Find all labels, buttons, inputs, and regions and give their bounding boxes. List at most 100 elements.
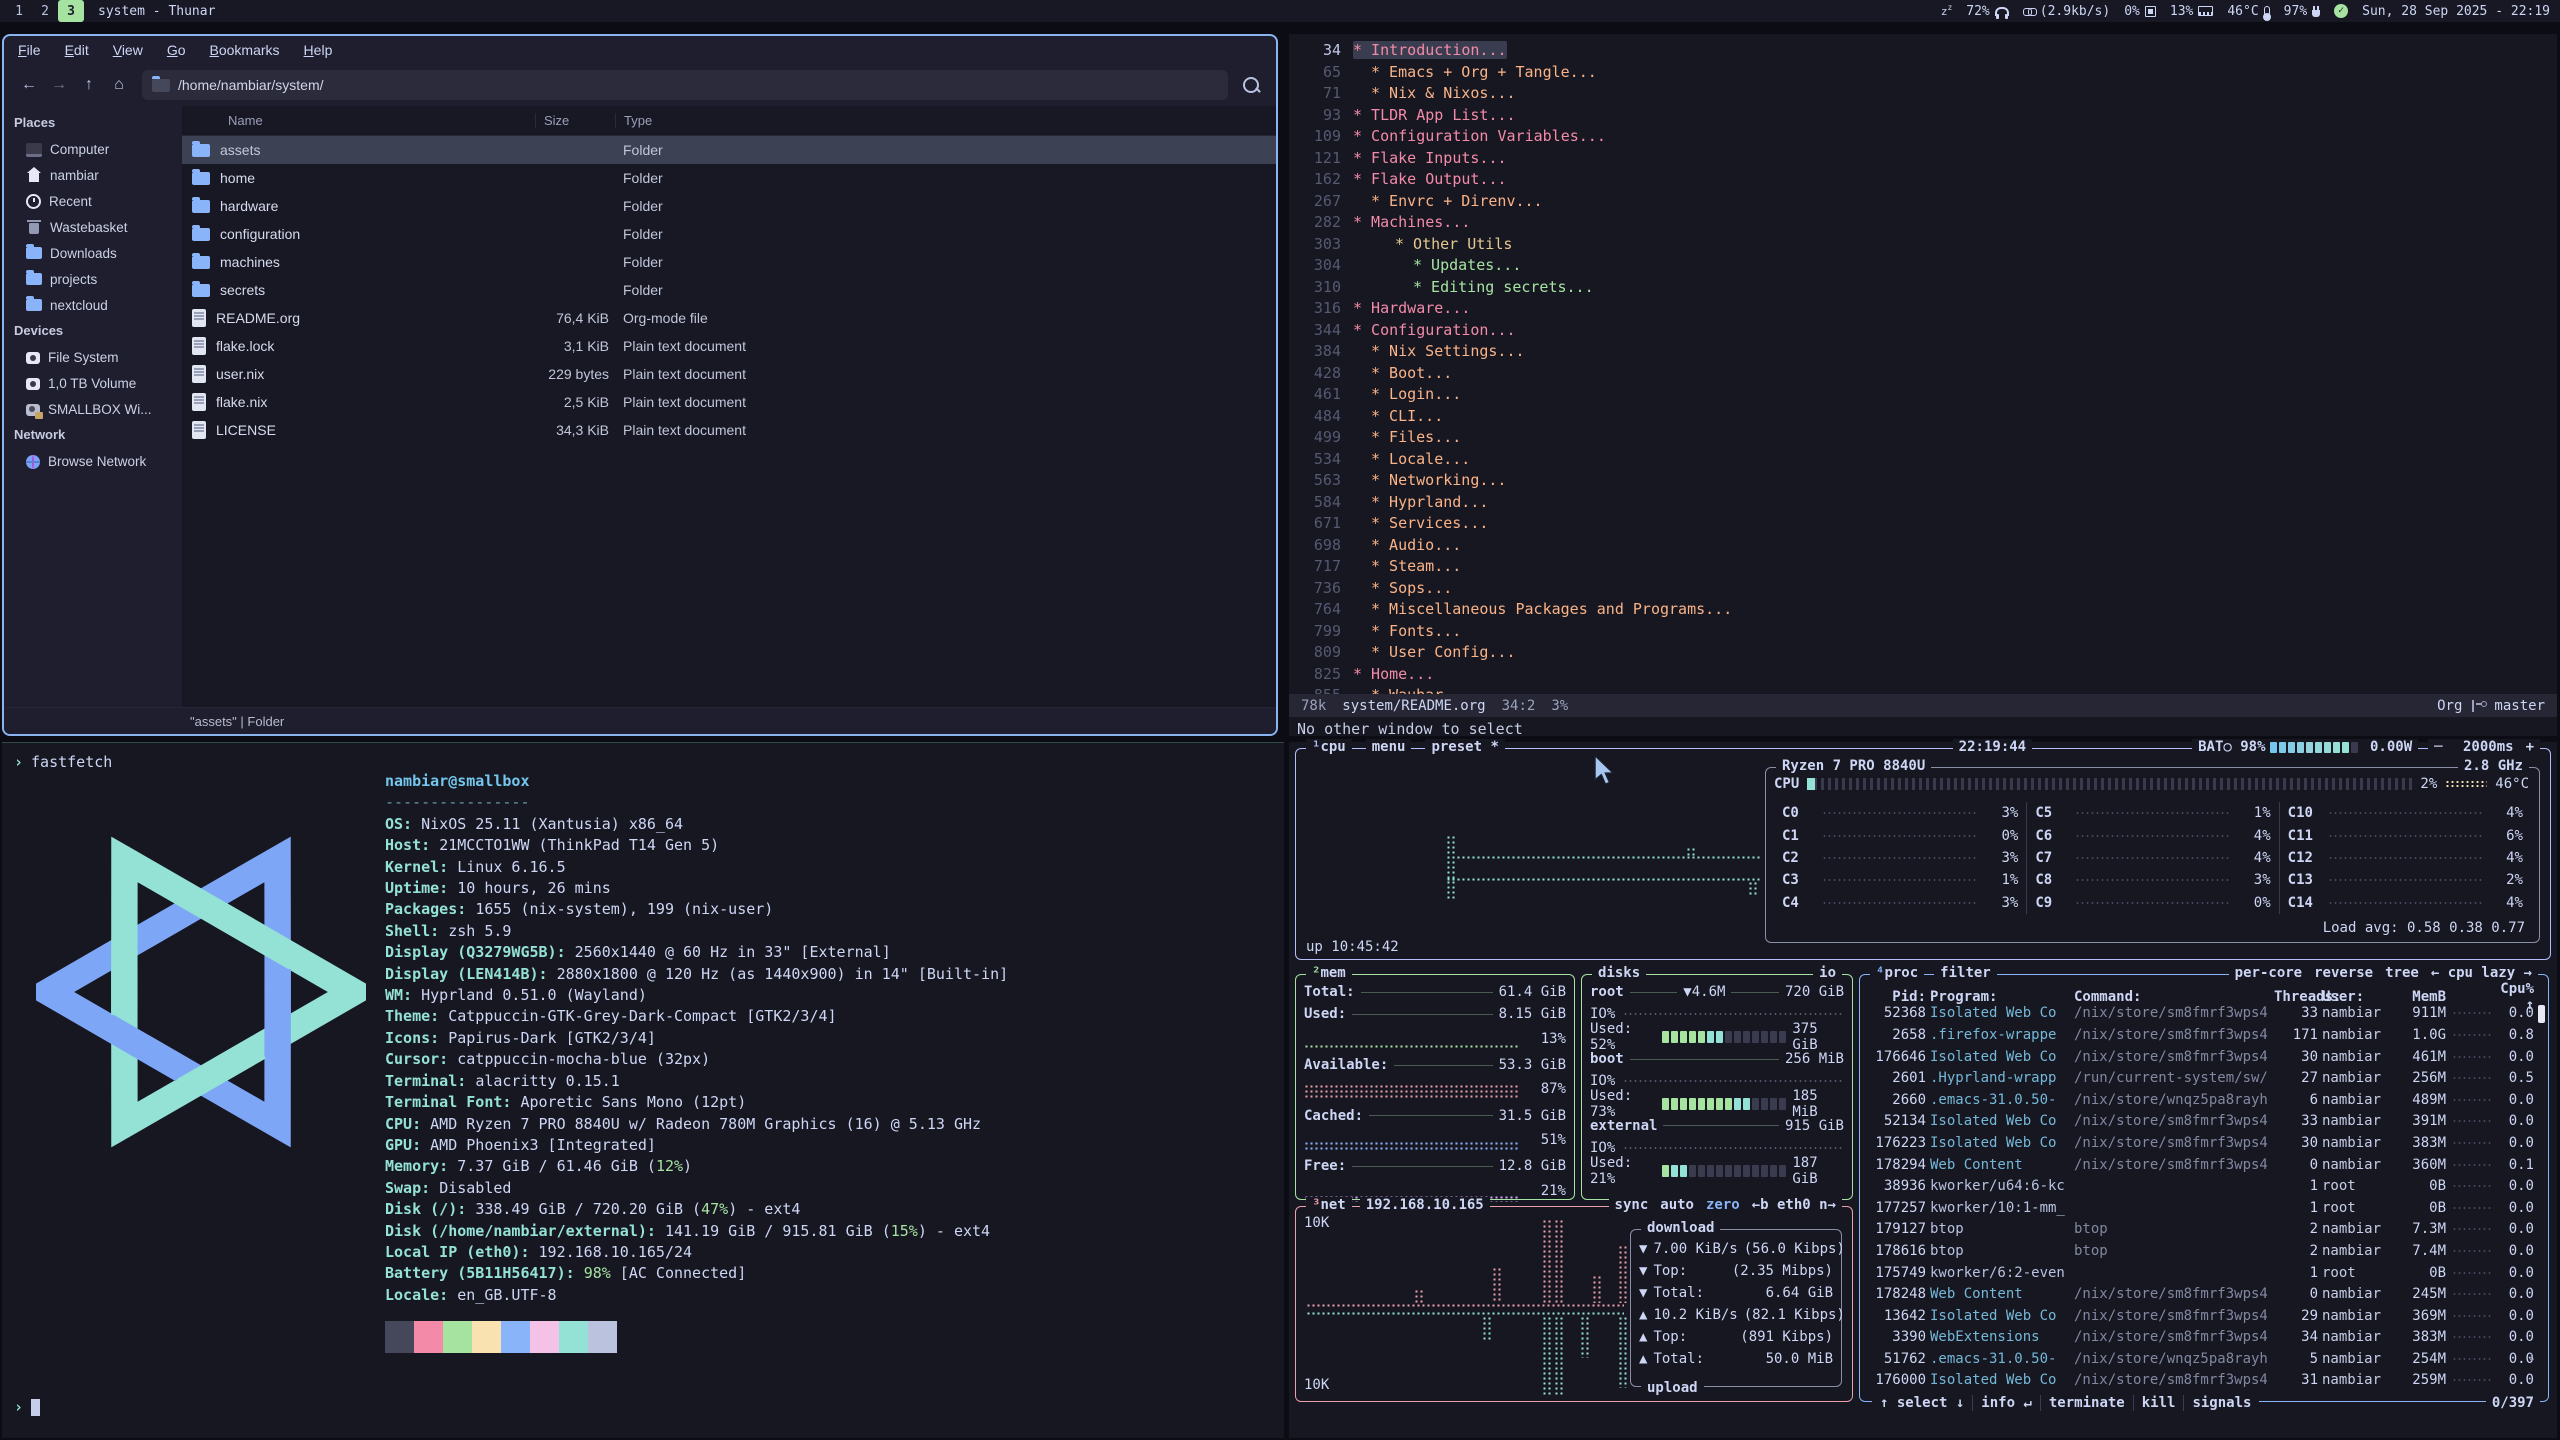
tray-item[interactable] bbox=[1941, 3, 1952, 19]
workspace-3[interactable]: 3 bbox=[58, 0, 84, 22]
sidebar-item-nextcloud[interactable]: nextcloud bbox=[4, 292, 182, 318]
interface-switcher[interactable]: ←b eth0 n→ bbox=[1746, 1197, 1842, 1213]
tray-item[interactable]: 97% bbox=[2284, 4, 2320, 19]
menu-go[interactable]: Go bbox=[167, 42, 186, 58]
file-row-secrets[interactable]: secretsFolder bbox=[182, 276, 1276, 304]
column-header-name[interactable]: Name bbox=[182, 113, 535, 128]
process-row[interactable]: 3390WebExtensions/nix/store/sm8fmrf3wps4… bbox=[1868, 1327, 2540, 1349]
file-row-assets[interactable]: assetsFolder bbox=[182, 136, 1276, 164]
tray-item[interactable]: 13% bbox=[2170, 4, 2213, 19]
process-row[interactable]: 52134Isolated Web Co/nix/store/sm8fmrf3w… bbox=[1868, 1111, 2540, 1133]
interval-plus-button[interactable]: + bbox=[2520, 739, 2540, 755]
tray-item[interactable] bbox=[2334, 4, 2348, 18]
column-pid[interactable]: Pid: bbox=[1868, 989, 1926, 1005]
io-tab[interactable]: io bbox=[1813, 965, 1842, 981]
tray-item[interactable]: Sun, 28 Sep 2025 - 22:19 bbox=[2362, 4, 2550, 19]
sidebar-item-downloads[interactable]: Downloads bbox=[4, 240, 182, 266]
process-row[interactable]: 176000Isolated Web Co/nix/store/sm8fmrf3… bbox=[1868, 1370, 2540, 1392]
sync-button[interactable]: sync bbox=[1609, 1197, 1655, 1213]
column-header-type[interactable]: Type bbox=[615, 113, 1276, 128]
footer-key--select-[interactable]: ↑ select ↓ bbox=[1872, 1395, 1972, 1411]
process-row[interactable]: 177257kworker/10:1-mm_1root0B0.0 bbox=[1868, 1197, 2540, 1219]
footer-key-info-[interactable]: info ↵ bbox=[1972, 1395, 2040, 1411]
process-row[interactable]: 178616btopbtop2nambiar7.4M0.0 bbox=[1868, 1240, 2540, 1262]
process-row[interactable]: 52368Isolated Web Co/nix/store/sm8fmrf3w… bbox=[1868, 1003, 2540, 1025]
home-button[interactable]: ⌂ bbox=[104, 70, 134, 100]
process-row[interactable]: 176646Isolated Web Co/nix/store/sm8fmrf3… bbox=[1868, 1046, 2540, 1068]
file-row-hardware[interactable]: hardwareFolder bbox=[182, 192, 1276, 220]
sidebar-item-file-system[interactable]: File System bbox=[4, 344, 182, 370]
file-row-machines[interactable]: machinesFolder bbox=[182, 248, 1276, 276]
up-button[interactable]: ↑ bbox=[74, 70, 104, 100]
process-program: .emacs-31.0.50- bbox=[1930, 1092, 2070, 1108]
column-memb[interactable]: MemB bbox=[2398, 989, 2446, 1005]
file-row-flake.nix[interactable]: flake.nix2,5 KiBPlain text document bbox=[182, 388, 1276, 416]
scrollbar-thumb[interactable] bbox=[2538, 1005, 2545, 1023]
search-button[interactable] bbox=[1236, 70, 1266, 100]
interval-minus-button[interactable]: ─ bbox=[2428, 739, 2457, 755]
back-button[interactable]: ← bbox=[14, 70, 44, 100]
footer-key-kill[interactable]: kill bbox=[2133, 1395, 2184, 1411]
menu-edit[interactable]: Edit bbox=[65, 42, 89, 58]
tree-button[interactable]: tree bbox=[2379, 965, 2425, 981]
process-row[interactable]: 175749kworker/6:2-even1root0B0.0 bbox=[1868, 1262, 2540, 1284]
menu-bookmarks[interactable]: Bookmarks bbox=[210, 42, 280, 58]
sidebar-item-smallbox-wi-[interactable]: SMALLBOX Wi... bbox=[4, 396, 182, 422]
footer-key-signals[interactable]: signals bbox=[2183, 1395, 2259, 1411]
process-row[interactable]: 13642Isolated Web Co/nix/store/sm8fmrf3w… bbox=[1868, 1305, 2540, 1327]
bar-segment bbox=[1662, 1165, 1669, 1177]
column-header-size[interactable]: Size bbox=[535, 113, 615, 128]
process-user: nambiar bbox=[2322, 1221, 2394, 1237]
file-row-LICENSE[interactable]: LICENSE34,3 KiBPlain text document bbox=[182, 416, 1276, 444]
menu-view[interactable]: View bbox=[113, 42, 143, 58]
sidebar-item-computer[interactable]: Computer bbox=[4, 136, 182, 162]
workspace-2[interactable]: 2 bbox=[32, 0, 58, 22]
path-field[interactable]: /home/nambiar/system/ bbox=[142, 70, 1228, 100]
sidebar-item-projects[interactable]: projects bbox=[4, 266, 182, 292]
sidebar-item-browse-network[interactable]: Browse Network bbox=[4, 448, 182, 474]
file-row-configuration[interactable]: configurationFolder bbox=[182, 220, 1276, 248]
column-user[interactable]: User: bbox=[2322, 989, 2394, 1005]
file-row-README.org[interactable]: README.org76,4 KiBOrg-mode file bbox=[182, 304, 1276, 332]
tray-item[interactable]: 72% bbox=[1966, 4, 2008, 19]
menu-help[interactable]: Help bbox=[304, 42, 333, 58]
column-threads[interactable]: Threads: bbox=[2274, 989, 2318, 1005]
tray-item[interactable]: 46°C bbox=[2227, 4, 2269, 19]
forward-button[interactable]: → bbox=[44, 70, 74, 100]
process-row[interactable]: 38936kworker/u64:6-kc1root0B0.0 bbox=[1868, 1175, 2540, 1197]
process-row[interactable]: 178294Web Content/nix/store/sm8fmrf3wps4… bbox=[1868, 1154, 2540, 1176]
file-row-user.nix[interactable]: user.nix229 bytesPlain text document bbox=[182, 360, 1276, 388]
sidebar-item-wastebasket[interactable]: Wastebasket bbox=[4, 214, 182, 240]
preset-button[interactable]: preset * bbox=[1425, 739, 1504, 755]
process-row[interactable]: 2658.firefox-wrappe/nix/store/sm8fmrf3wp… bbox=[1868, 1024, 2540, 1046]
process-row[interactable]: 178248Web Content/nix/store/sm8fmrf3wps4… bbox=[1868, 1283, 2540, 1305]
process-pid: 175749 bbox=[1868, 1265, 1926, 1281]
process-row[interactable]: 2660.emacs-31.0.50-/nix/store/wnqz5pa8ra… bbox=[1868, 1089, 2540, 1111]
footer-key-terminate[interactable]: terminate bbox=[2040, 1395, 2133, 1411]
menu-file[interactable]: File bbox=[18, 42, 41, 58]
column-program[interactable]: Program: bbox=[1930, 989, 2070, 1005]
process-row[interactable]: 51762.emacs-31.0.50-/nix/store/wnqz5pa8r… bbox=[1868, 1348, 2540, 1370]
tray-label: Sun, 28 Sep 2025 - 22:19 bbox=[2362, 4, 2550, 19]
process-row[interactable]: 176223Isolated Web Co/nix/store/sm8fmrf3… bbox=[1868, 1132, 2540, 1154]
zero-button[interactable]: zero bbox=[1700, 1197, 1746, 1213]
file-row-flake.lock[interactable]: flake.lock3,1 KiBPlain text document bbox=[182, 332, 1276, 360]
per-core-button[interactable]: per-core bbox=[2229, 965, 2308, 981]
workspace-1[interactable]: 1 bbox=[6, 0, 32, 22]
auto-button[interactable]: auto bbox=[1654, 1197, 1700, 1213]
sidebar-item-1-0-tb-volume[interactable]: 1,0 TB Volume bbox=[4, 370, 182, 396]
file-row-home[interactable]: homeFolder bbox=[182, 164, 1276, 192]
sidebar-item-nambiar[interactable]: nambiar bbox=[4, 162, 182, 188]
sort-column-switcher[interactable]: ← cpu lazy → bbox=[2425, 965, 2538, 981]
tray-item[interactable]: (2.9kb/s) bbox=[2023, 4, 2110, 19]
reverse-button[interactable]: reverse bbox=[2308, 965, 2379, 981]
filter-button[interactable]: filter bbox=[1934, 965, 1997, 981]
tray-item[interactable]: 0% bbox=[2124, 4, 2156, 19]
menu-button[interactable]: menu bbox=[1366, 739, 1412, 755]
process-user: nambiar bbox=[2322, 1113, 2394, 1129]
shell-prompt[interactable]: › bbox=[14, 1398, 40, 1416]
process-row[interactable]: 179127btopbtop2nambiar7.3M0.0 bbox=[1868, 1219, 2540, 1241]
column-command[interactable]: Command: bbox=[2074, 989, 2270, 1005]
process-row[interactable]: 2601.Hyprland-wrapp/run/current-system/s… bbox=[1868, 1067, 2540, 1089]
sidebar-item-recent[interactable]: Recent bbox=[4, 188, 182, 214]
